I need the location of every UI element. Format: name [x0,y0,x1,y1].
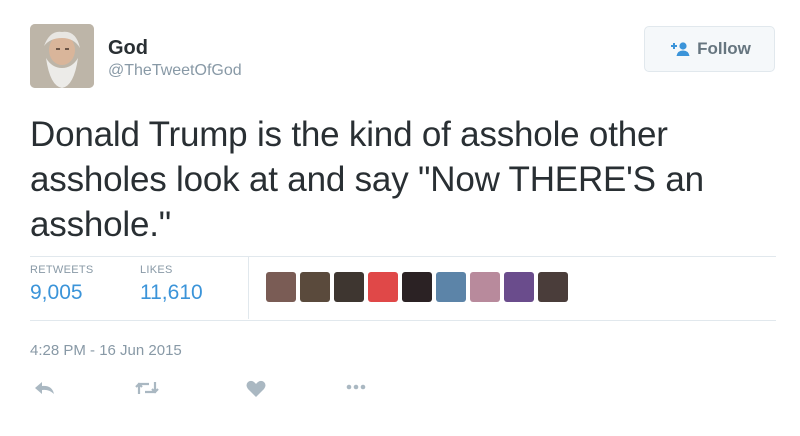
stats-top-divider [30,256,776,257]
liker-avatar[interactable] [368,272,398,302]
liker-avatars [266,272,568,302]
follow-user-icon [671,42,690,56]
reply-button[interactable] [34,380,56,401]
timestamp[interactable]: 4:28 PM - 16 Jun 2015 [30,342,182,359]
stats-separator [248,257,249,319]
tweet-text: Donald Trump is the kind of asshole othe… [30,115,704,244]
author-handle[interactable]: @TheTweetOfGod [108,62,242,80]
author-name[interactable]: God [108,37,148,60]
like-icon [246,380,266,397]
more-icon [346,384,366,390]
retweet-icon [135,382,159,394]
retweets-stat[interactable]: RETWEETS 9,005 [30,264,94,305]
liker-avatar[interactable] [436,272,466,302]
retweets-count: 9,005 [30,281,83,304]
liker-avatar[interactable] [266,272,296,302]
liker-avatar[interactable] [334,272,364,302]
avatar-image [30,24,94,88]
avatar[interactable] [30,24,94,88]
stats-bottom-divider [30,320,776,321]
likes-count: 11,610 [140,281,203,304]
liker-avatar[interactable] [538,272,568,302]
retweets-label: RETWEETS [30,264,94,276]
likes-label: LIKES [140,264,173,276]
retweet-button[interactable] [134,380,160,401]
follow-label: Follow [697,39,751,58]
follow-button[interactable]: Follow [644,26,775,72]
more-button[interactable] [346,380,366,398]
like-button[interactable] [246,380,266,403]
reply-icon [35,382,54,394]
liker-avatar[interactable] [300,272,330,302]
likes-stat[interactable]: LIKES 11,610 [140,264,203,305]
liker-avatar[interactable] [504,272,534,302]
liker-avatar[interactable] [470,272,500,302]
liker-avatar[interactable] [402,272,432,302]
